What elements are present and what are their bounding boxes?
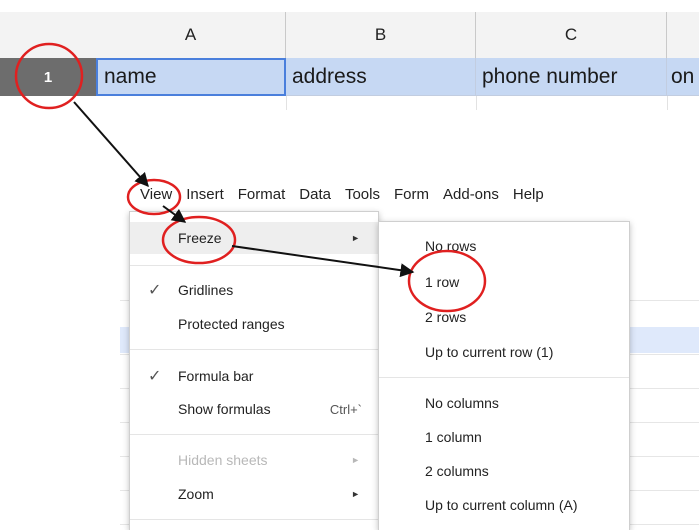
menu-item-gridlines[interactable]: ✓ Gridlines [130,274,378,306]
menu-item-zoom[interactable]: Zoom ► [130,478,378,510]
menu-item-label: No columns [425,395,499,411]
submenu-item-2-columns[interactable]: 2 columns [379,455,629,487]
menu-data[interactable]: Data [292,186,338,203]
menu-item-label: Up to current row (1) [425,344,554,360]
menu-addons[interactable]: Add-ons [436,186,506,203]
spreadsheet-grid: A B C 1 name address phone number on [0,0,699,110]
gridline [286,96,287,110]
menu-item-formula-bar[interactable]: ✓ Formula bar [130,360,378,392]
submenu-item-2-rows[interactable]: 2 rows [379,301,629,333]
menu-item-protected-ranges[interactable]: Protected ranges [130,308,378,340]
submenu-item-1-column[interactable]: 1 column [379,421,629,453]
menu-item-label: 2 columns [425,463,489,479]
submenu-item-1-row[interactable]: 1 row [379,266,629,298]
submenu-arrow-icon: ► [351,455,360,465]
menu-item-show-formulas[interactable]: Show formulas Ctrl+` [130,393,378,425]
gridline [476,96,477,110]
column-header-c[interactable]: C [476,12,667,59]
column-header-a[interactable]: A [96,12,286,59]
menu-form[interactable]: Form [387,186,436,203]
submenu-item-up-to-current-row[interactable]: Up to current row (1) [379,336,629,368]
check-icon: ✓ [148,368,162,385]
menu-item-label: Formula bar [178,368,254,384]
row-header-1[interactable]: 1 [0,58,96,96]
menu-tools[interactable]: Tools [338,186,387,203]
freeze-submenu: No rows 1 row 2 rows Up to current row (… [378,221,630,530]
cell-b1[interactable]: address [286,58,476,96]
menu-item-label: Protected ranges [178,316,285,332]
menu-separator [130,349,378,350]
menu-item-hidden-sheets: Hidden sheets ► [130,444,378,476]
gridline [667,96,668,110]
menu-item-label: 2 rows [425,309,467,325]
annotation-arrow [73,101,149,188]
column-header-b[interactable]: B [286,12,476,59]
menu-bar: View Insert Format Data Tools Form Add-o… [130,178,551,210]
submenu-arrow-icon: ► [351,233,360,243]
menu-item-label: Freeze [178,230,222,246]
menu-separator [130,434,378,435]
menu-item-label: Up to current column (A) [425,497,578,513]
menu-help[interactable]: Help [506,186,551,203]
menu-item-label: Zoom [178,486,214,502]
menu-item-label: Hidden sheets [178,452,268,468]
select-all-corner[interactable] [0,12,97,59]
cell-c1[interactable]: phone number [476,58,667,96]
cell-d1[interactable]: on [667,58,699,96]
menu-format[interactable]: Format [231,186,293,203]
menu-separator [130,265,378,266]
keyboard-shortcut: Ctrl+` [329,401,362,417]
submenu-item-no-columns[interactable]: No columns [379,387,629,419]
column-header-d[interactable] [667,12,699,59]
menu-insert[interactable]: Insert [179,186,231,203]
submenu-item-no-rows[interactable]: No rows [379,230,629,262]
menu-item-label: 1 row [425,274,460,290]
check-icon: ✓ [148,282,162,299]
menu-item-label: No rows [425,238,477,254]
submenu-item-up-to-current-column[interactable]: Up to current column (A) [379,489,629,521]
menu-view[interactable]: View [130,186,179,203]
submenu-arrow-icon: ► [351,489,360,499]
view-menu-dropdown: Freeze ► ✓ Gridlines Protected ranges ✓ … [129,211,379,530]
cell-a1[interactable]: name [96,58,286,96]
menu-separator [379,377,629,378]
menu-item-label: Show formulas [178,401,271,417]
menu-item-label: Gridlines [178,282,234,298]
menu-item-label: 1 column [425,429,482,445]
menu-separator [130,519,378,520]
menu-item-freeze[interactable]: Freeze ► [130,222,378,254]
